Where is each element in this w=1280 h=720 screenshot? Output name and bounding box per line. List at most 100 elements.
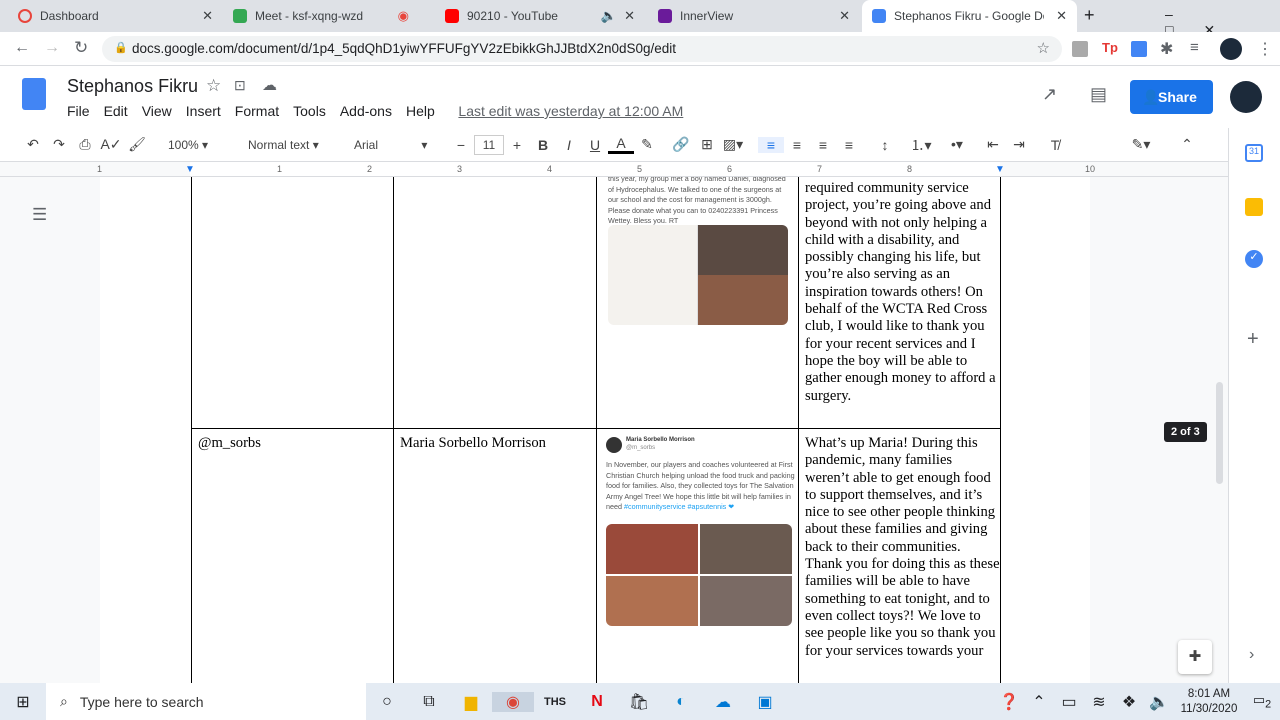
redo-icon[interactable]: ↷ [46,136,72,153]
right-indent-handle[interactable]: ▼ [995,164,1005,175]
photos-icon[interactable]: ▣ [744,692,786,712]
increase-indent-icon[interactable]: ⇥ [1006,136,1032,153]
font-size-input[interactable]: 11 [474,134,504,155]
close-icon[interactable]: ✕ [624,8,635,24]
edge-icon[interactable]: ◐ [660,693,702,711]
align-right-icon[interactable]: ≡ [810,137,836,153]
move-icon[interactable]: ⊡ [234,77,246,94]
volume-icon[interactable]: 🔈 [1144,692,1174,712]
forward-icon[interactable]: → [44,39,60,57]
share-button[interactable]: 👤 Share [1130,80,1213,114]
explore-button[interactable]: ✚ [1178,640,1212,674]
add-addon-icon[interactable]: + [1247,328,1259,351]
menu-addons[interactable]: Add-ons [340,103,392,119]
close-icon[interactable]: ✕ [839,8,850,24]
tab-google-docs[interactable]: Stephanos Fikru - Google Docs ✕ [862,0,1077,32]
extensions-icon[interactable]: ✱ [1160,39,1173,59]
profile-avatar[interactable] [1220,38,1242,60]
menu-file[interactable]: File [67,103,90,119]
left-indent-handle[interactable]: ▼ [185,164,195,175]
taskbar-search[interactable]: ⌕ Type here to search [46,683,366,720]
show-hidden-icons[interactable]: ⌃ [1024,692,1054,712]
outline-icon[interactable]: ☰ [32,205,47,225]
account-avatar[interactable] [1230,81,1262,113]
doc-title[interactable]: Stephanos Fikru [67,76,198,97]
last-edit-link[interactable]: Last edit was yesterday at 12:00 AM [458,103,683,119]
help-icon[interactable]: ❓ [994,692,1024,712]
calendar-icon[interactable]: 31 [1245,144,1263,162]
media-icon[interactable]: ≡ [1190,39,1199,56]
file-explorer-icon[interactable]: ▆ [450,692,492,712]
tab-dashboard[interactable]: Dashboard ✕ [8,0,223,32]
notifications-icon[interactable]: ▭2 [1244,692,1280,711]
font-select[interactable]: Arial ▾ [354,138,448,152]
onedrive-icon[interactable]: ☁ [702,692,744,712]
translate-icon[interactable] [1131,41,1147,57]
netflix-icon[interactable]: N [576,693,618,711]
cortana-icon[interactable]: ○ [366,693,408,711]
paint-format-icon[interactable]: 🖌 [124,136,150,153]
extension-icon[interactable] [1072,41,1088,57]
comment-icon[interactable]: ⊞ [694,136,720,153]
menu-edit[interactable]: Edit [104,103,128,119]
scrollbar-thumb[interactable] [1216,382,1223,484]
underline-icon[interactable]: U [582,137,608,153]
tab-meet[interactable]: Meet - ksf-xqng-wzd ◉ [223,0,433,32]
align-center-icon[interactable]: ≡ [784,137,810,153]
menu-insert[interactable]: Insert [186,103,221,119]
docs-logo-icon[interactable] [22,78,46,110]
star-icon[interactable]: ☆ [1037,39,1050,57]
increase-font-size-button[interactable]: + [504,137,530,153]
bulleted-list-icon[interactable]: •▾ [944,136,970,153]
highlight-icon[interactable]: ✎ [634,136,660,153]
italic-icon[interactable]: I [556,137,582,153]
editing-mode-icon[interactable]: ✎▾ [1128,136,1154,153]
align-left-icon[interactable]: ≡ [758,136,784,153]
menu-tools[interactable]: Tools [293,103,326,119]
close-icon[interactable]: ✕ [1056,8,1067,24]
clock[interactable]: 8:01 AM 11/30/2020 [1174,687,1244,717]
decrease-indent-icon[interactable]: ⇤ [980,136,1006,153]
chrome-taskbar-icon[interactable]: ◉ [492,691,534,712]
comments-icon[interactable]: ▤ [1090,84,1107,105]
print-icon[interactable]: ⎙ [72,136,98,153]
audio-icon[interactable]: 🔈 [601,8,617,24]
style-select[interactable]: Normal text ▾ [248,138,344,152]
expand-panel-icon[interactable]: › [1249,646,1254,664]
tab-innerview[interactable]: InnerView ✕ [648,0,860,32]
numbered-list-icon[interactable]: ⒈▾ [908,135,934,155]
spellcheck-icon[interactable]: A✓ [98,136,124,153]
url-input[interactable]: 🔒 docs.google.com/document/d/1p4_5qdQhD1y… [102,36,1062,62]
decrease-font-size-button[interactable]: − [448,137,474,153]
close-icon[interactable]: ✕ [202,8,213,24]
link-icon[interactable]: 🔗 [668,136,694,153]
back-icon[interactable]: ← [14,39,30,57]
menu-view[interactable]: View [142,103,172,119]
store-icon[interactable]: 🛍 [618,692,660,712]
justify-icon[interactable]: ≡ [836,137,862,153]
star-icon[interactable]: ☆ [206,76,221,96]
wifi-icon[interactable]: ≋ [1084,692,1114,712]
menu-format[interactable]: Format [235,103,279,119]
text-color-icon[interactable]: A [608,135,634,154]
activity-icon[interactable]: ↗ [1042,84,1057,105]
line-spacing-icon[interactable]: ↕ [872,137,898,153]
collapse-icon[interactable]: ⌃ [1174,136,1200,153]
battery-icon[interactable]: ▭ [1054,692,1084,712]
menu-help[interactable]: Help [406,103,435,119]
tab-youtube[interactable]: 90210 - YouTube 🔈 ✕ [435,0,645,32]
ths-app-icon[interactable]: THS [534,696,576,708]
clear-formatting-icon[interactable]: T̸ [1042,137,1068,153]
zoom-select[interactable]: 100% ▾ [168,138,238,152]
task-view-icon[interactable]: ⧉ [408,693,450,711]
undo-icon[interactable]: ↶ [20,136,46,153]
image-icon[interactable]: ▨▾ [720,136,746,153]
keep-icon[interactable] [1245,198,1263,216]
reload-icon[interactable]: ↻ [74,38,88,58]
extension-tp-icon[interactable]: Tp [1102,40,1118,55]
chrome-menu-icon[interactable]: ⋮ [1257,39,1273,59]
windows-start-icon[interactable]: ⊞ [0,692,46,712]
bold-icon[interactable]: B [530,137,556,153]
new-tab-button[interactable]: + [1084,5,1095,26]
dropbox-icon[interactable]: ❖ [1114,692,1144,712]
